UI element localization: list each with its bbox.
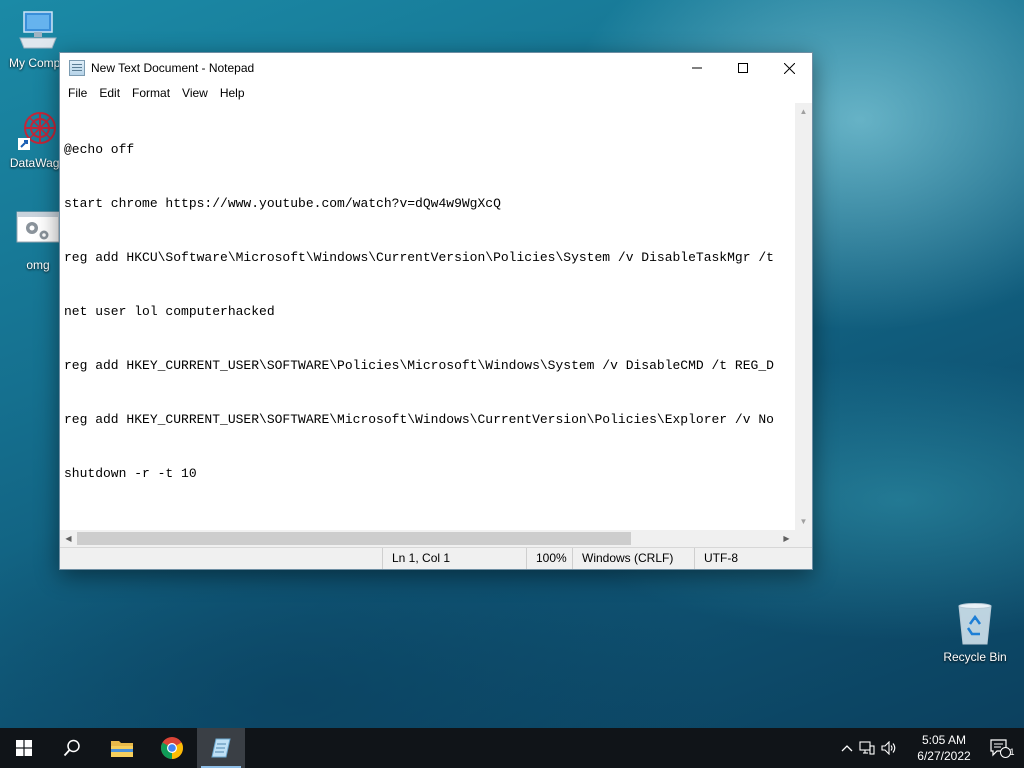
- batch-file-icon: [16, 210, 60, 254]
- close-icon: [783, 62, 795, 74]
- volume-button[interactable]: [878, 741, 900, 755]
- editor-line: @echo off: [64, 142, 135, 157]
- editor-line: reg add HKCU\Software\Microsoft\Windows\…: [64, 250, 774, 265]
- network-icon: [859, 741, 875, 755]
- clock[interactable]: 5:05 AM 6/27/2022: [914, 732, 974, 764]
- editor-line: start chrome https://www.youtube.com/wat…: [64, 196, 501, 211]
- menu-file[interactable]: File: [62, 86, 93, 100]
- maximize-icon: [738, 63, 748, 73]
- network-button[interactable]: [856, 741, 878, 755]
- status-line-endings: Windows (CRLF): [572, 548, 694, 569]
- recycle-bin-icon: [953, 602, 997, 646]
- scroll-down-icon[interactable]: ▼: [795, 513, 812, 530]
- notepad-icon: [211, 738, 231, 758]
- taskbar-chrome[interactable]: [148, 728, 196, 768]
- editor-line: shutdown -r -t 10: [64, 466, 197, 481]
- window-title: New Text Document - Notepad: [91, 61, 255, 75]
- menu-help[interactable]: Help: [214, 86, 251, 100]
- menu-bar: File Edit Format View Help: [60, 83, 812, 103]
- speaker-icon: [881, 741, 896, 755]
- taskbar-file-explorer[interactable]: [98, 728, 146, 768]
- notification-count-badge: 1: [1009, 747, 1015, 757]
- vertical-scrollbar[interactable]: ▲ ▼: [795, 103, 812, 530]
- search-button[interactable]: [48, 728, 96, 768]
- status-encoding: UTF-8: [694, 548, 812, 569]
- show-hidden-icons-button[interactable]: [838, 744, 856, 752]
- editor-line: reg add HKEY_CURRENT_USER\SOFTWARE\Micro…: [64, 412, 774, 427]
- horizontal-scrollbar[interactable]: ◀ ▶: [60, 530, 795, 547]
- notepad-icon: [69, 60, 85, 76]
- action-center-button[interactable]: 1: [976, 728, 1024, 768]
- start-button[interactable]: [0, 728, 48, 768]
- minimize-button[interactable]: [674, 53, 720, 83]
- menu-view[interactable]: View: [176, 86, 214, 100]
- editor-line: net user lol computerhacked: [64, 304, 275, 319]
- status-bar: Ln 1, Col 1 100% Windows (CRLF) UTF-8: [60, 547, 812, 569]
- status-position: Ln 1, Col 1: [382, 548, 526, 569]
- editor-line: reg add HKEY_CURRENT_USER\SOFTWARE\Polic…: [64, 358, 774, 373]
- clock-time: 5:05 AM: [921, 733, 967, 747]
- horizontal-scroll-thumb[interactable]: [77, 532, 631, 545]
- minimize-icon: [692, 67, 702, 69]
- desktop-icon-label: Recycle Bin: [943, 650, 1007, 664]
- menu-format[interactable]: Format: [126, 86, 176, 100]
- close-button[interactable]: [766, 53, 812, 83]
- scroll-right-icon[interactable]: ▶: [778, 530, 795, 547]
- notepad-window[interactable]: New Text Document - Notepad File Edit Fo…: [59, 52, 813, 570]
- taskbar-notepad[interactable]: [197, 728, 245, 768]
- taskbar: 5:05 AM 6/27/2022 1: [0, 728, 1024, 768]
- chevron-up-icon: [841, 745, 853, 752]
- menu-edit[interactable]: Edit: [93, 86, 126, 100]
- desktop-icon-recycle-bin[interactable]: Recycle Bin: [937, 602, 1013, 664]
- datawagon-icon: [16, 108, 60, 152]
- title-bar[interactable]: New Text Document - Notepad: [60, 53, 812, 83]
- system-tray: [838, 728, 900, 768]
- text-editor[interactable]: @echo off start chrome https://www.youtu…: [60, 103, 795, 530]
- status-zoom: 100%: [526, 548, 572, 569]
- chrome-icon: [161, 737, 183, 759]
- search-icon: [63, 739, 80, 757]
- windows-logo-icon: [16, 740, 32, 756]
- maximize-button[interactable]: [720, 53, 766, 83]
- folder-icon: [111, 741, 133, 757]
- scroll-left-icon[interactable]: ◀: [60, 530, 77, 547]
- scroll-up-icon[interactable]: ▲: [795, 103, 812, 120]
- clock-date: 6/27/2022: [917, 749, 971, 763]
- computer-icon: [16, 8, 60, 52]
- scrollbar-corner: [795, 530, 812, 547]
